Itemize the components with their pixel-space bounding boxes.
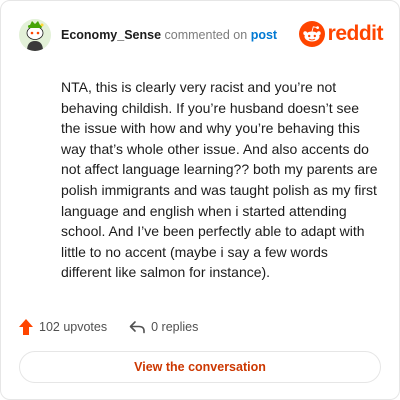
reddit-wordmark: reddit (327, 22, 384, 45)
reddit-logo[interactable]: reddit (298, 19, 384, 49)
replies-label: 0 replies (151, 320, 199, 334)
upvote-arrow-icon (19, 319, 33, 335)
upvotes-stat[interactable]: 102 upvotes (19, 319, 107, 335)
snoo-avatar-icon[interactable] (19, 19, 51, 51)
comment-footer: 102 upvotes 0 replies (19, 317, 220, 337)
action-text: commented on (164, 28, 248, 42)
upvotes-label: 102 upvotes (39, 320, 108, 334)
view-conversation-button[interactable]: View the conversation (19, 351, 381, 383)
comment-meta: Economy_Sense commented on post (61, 27, 277, 43)
reply-arrow-icon (129, 321, 145, 334)
comment-body: NTA, this is clearly very racist and you… (61, 79, 378, 281)
replies-stat[interactable]: 0 replies (129, 320, 198, 334)
post-link[interactable]: post (251, 28, 277, 42)
comment-card: Economy_Sense commented on post reddit N… (0, 0, 400, 400)
username-link[interactable]: Economy_Sense (61, 28, 161, 42)
card-header: Economy_Sense commented on post reddit (19, 15, 384, 55)
reddit-alien-icon (298, 21, 325, 47)
